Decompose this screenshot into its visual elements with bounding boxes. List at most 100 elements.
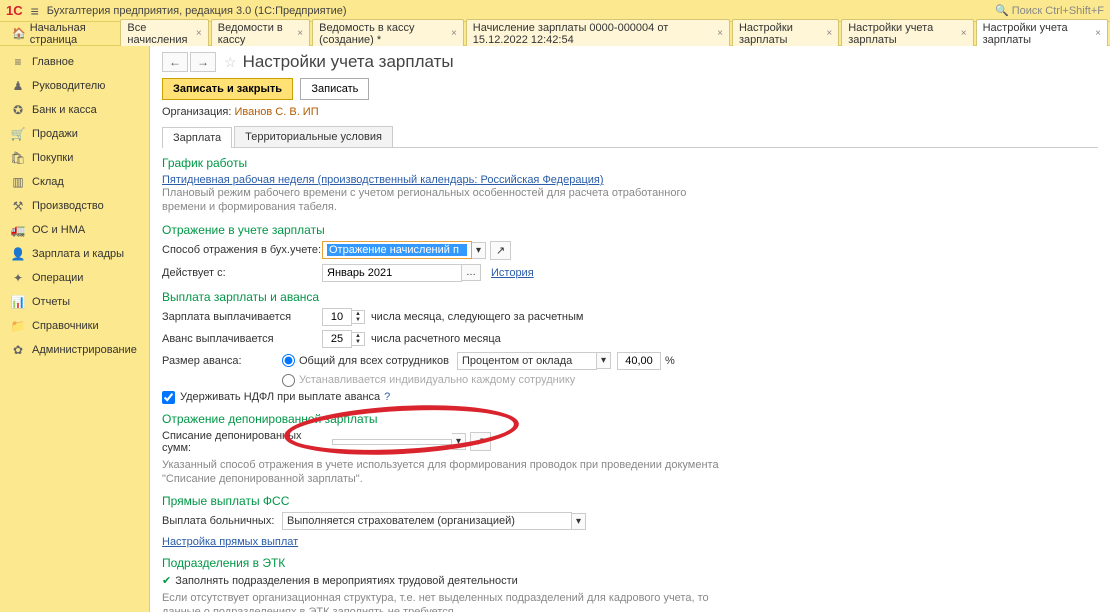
close-icon[interactable]: × [1095, 28, 1101, 39]
doc-tab[interactable]: Все начисления× [120, 19, 208, 49]
doc-tab[interactable]: Настройки зарплаты× [732, 19, 839, 49]
schedule-note: Плановый режим рабочего времени с учетом… [162, 186, 722, 215]
fss-link[interactable]: Настройка прямых выплат [162, 536, 298, 548]
radio-individual[interactable] [282, 374, 295, 387]
hammer-icon: ⚒ [10, 199, 26, 213]
fss-select[interactable]: Выполняется страхователем (организацией) [282, 512, 572, 530]
sidebar: ≡Главное ♟Руководителю ✪Банк и касса 🛒Пр… [0, 46, 150, 612]
tab-home-label: Начальная страница [30, 22, 113, 46]
advance-day-input[interactable] [322, 330, 352, 348]
pct-val-input[interactable] [617, 352, 661, 370]
doc-tab[interactable]: Ведомость в кассу (создание) *× [312, 19, 464, 49]
sidebar-item-warehouse[interactable]: ▥Склад [0, 170, 149, 194]
depo-select[interactable] [332, 439, 452, 445]
save-close-button[interactable]: Записать и закрыть [162, 78, 293, 100]
truck-icon: 🚛 [10, 223, 26, 237]
doc-tab[interactable]: Начисление зарплаты 0000-000004 от 15.12… [466, 19, 730, 49]
effective-from-label: Действует с: [162, 267, 322, 279]
close-icon[interactable]: × [297, 28, 303, 39]
reflection-label: Способ отражения в бух.учете: [162, 244, 322, 256]
schedule-link[interactable]: Пятидневная рабочая неделя (производстве… [162, 174, 604, 186]
fss-label: Выплата больничных: [162, 515, 282, 527]
app-title: Бухгалтерия предприятия, редакция 3.0 (1… [47, 5, 347, 17]
box-icon: ▥ [10, 175, 26, 189]
effective-from-input[interactable] [322, 264, 462, 282]
doc-tab[interactable]: Настройки учета зарплаты× [841, 19, 973, 49]
ndfl-checkbox[interactable] [162, 391, 175, 404]
chevron-down-icon[interactable]: ▾ [472, 242, 486, 259]
spinner[interactable]: ▲▼ [352, 332, 365, 346]
close-icon[interactable]: × [196, 28, 202, 39]
sidebar-item-main[interactable]: ≡Главное [0, 50, 149, 74]
sidebar-item-reports[interactable]: 📊Отчеты [0, 290, 149, 314]
ellipsis-icon[interactable]: … [462, 264, 481, 281]
folder-icon: 📁 [10, 319, 26, 333]
close-icon[interactable]: × [826, 28, 832, 39]
close-icon[interactable]: × [961, 28, 967, 39]
section-schedule: График работы [162, 156, 1098, 170]
sidebar-item-admin[interactable]: ✿Администрирование [0, 338, 149, 362]
tab-salary[interactable]: Зарплата [162, 127, 232, 148]
advance-size-label: Размер аванса: [162, 355, 282, 367]
advance-paid-label: Аванс выплачивается [162, 333, 322, 345]
salary-day-input[interactable] [322, 308, 352, 326]
hamburger-icon[interactable]: ≡ [31, 3, 39, 19]
pct-symbol: % [665, 355, 675, 367]
tab-territorial[interactable]: Территориальные условия [234, 126, 393, 147]
radio-common[interactable] [282, 354, 295, 367]
org-label: Организация: [162, 106, 231, 118]
salary-paid-label: Зарплата выплачивается [162, 311, 322, 323]
app-logo: 1C [6, 3, 23, 18]
section-fss: Прямые выплаты ФСС [162, 494, 1098, 508]
gear-icon: ✿ [10, 343, 26, 357]
sidebar-item-purchases[interactable]: 🛍Покупки [0, 146, 149, 170]
star-icon[interactable]: ☆ [224, 54, 237, 71]
sidebar-item-production[interactable]: ⚒Производство [0, 194, 149, 218]
depo-label: Списание депонированных сумм: [162, 430, 332, 454]
salary-suffix: числа месяца, следующего за расчетным [371, 311, 583, 323]
reflection-select[interactable]: Отражение начислений п [322, 241, 472, 259]
close-icon[interactable]: × [451, 28, 457, 39]
pct-type-select[interactable]: Процентом от оклада [457, 352, 597, 370]
page-title: Настройки учета зарплаты [243, 52, 454, 72]
spinner[interactable]: ▲▼ [352, 310, 365, 324]
save-button[interactable]: Записать [300, 78, 369, 100]
sidebar-item-manager[interactable]: ♟Руководителю [0, 74, 149, 98]
close-icon[interactable]: × [717, 28, 723, 39]
sidebar-item-sales[interactable]: 🛒Продажи [0, 122, 149, 146]
sidebar-item-catalogs[interactable]: 📁Справочники [0, 314, 149, 338]
tab-home[interactable]: 🏠 Начальная страница [4, 22, 120, 46]
org-value: Иванов С. В. ИП [234, 106, 318, 118]
help-icon[interactable]: ? [384, 391, 390, 403]
cart-icon: 🛒 [10, 127, 26, 141]
bank-icon: ✪ [10, 103, 26, 117]
sidebar-item-bank[interactable]: ✪Банк и касса [0, 98, 149, 122]
menu-icon: ≡ [10, 55, 26, 69]
advance-suffix: числа расчетного месяца [371, 333, 501, 345]
doc-tab[interactable]: Ведомости в кассу× [211, 19, 310, 49]
check-icon[interactable]: ✔ [162, 574, 171, 587]
forward-button[interactable]: → [190, 52, 216, 72]
doc-tab-active[interactable]: Настройки учета зарплаты× [976, 19, 1108, 49]
ndfl-checkbox-label: Удерживать НДФЛ при выплате аванса [180, 391, 380, 403]
sidebar-item-assets[interactable]: 🚛ОС и НМА [0, 218, 149, 242]
section-reflection: Отражение в учете зарплаты [162, 223, 1098, 237]
open-dialog-button[interactable]: ↗ [470, 432, 491, 451]
sidebar-item-operations[interactable]: ✦Операции [0, 266, 149, 290]
back-button[interactable]: ← [162, 52, 188, 72]
history-link[interactable]: История [491, 267, 534, 279]
search-input[interactable]: 🔍 Поиск Ctrl+Shift+F [995, 4, 1104, 17]
bag-icon: 🛍 [10, 151, 26, 165]
chevron-down-icon[interactable]: ▾ [597, 352, 611, 369]
chevron-down-icon[interactable]: ▾ [572, 513, 586, 530]
home-icon: 🏠 [12, 27, 26, 40]
chevron-down-icon[interactable]: ▾ [452, 433, 466, 450]
chess-icon: ♟ [10, 79, 26, 93]
section-payment: Выплата зарплаты и аванса [162, 290, 1098, 304]
person-icon: 👤 [10, 247, 26, 261]
open-dialog-button[interactable]: ↗ [490, 241, 511, 260]
chart-icon: 📊 [10, 295, 26, 309]
sidebar-item-salary[interactable]: 👤Зарплата и кадры [0, 242, 149, 266]
radio-individual-label: Устанавливается индивидуально каждому со… [299, 374, 575, 386]
depo-note: Указанный способ отражения в учете испол… [162, 458, 722, 487]
